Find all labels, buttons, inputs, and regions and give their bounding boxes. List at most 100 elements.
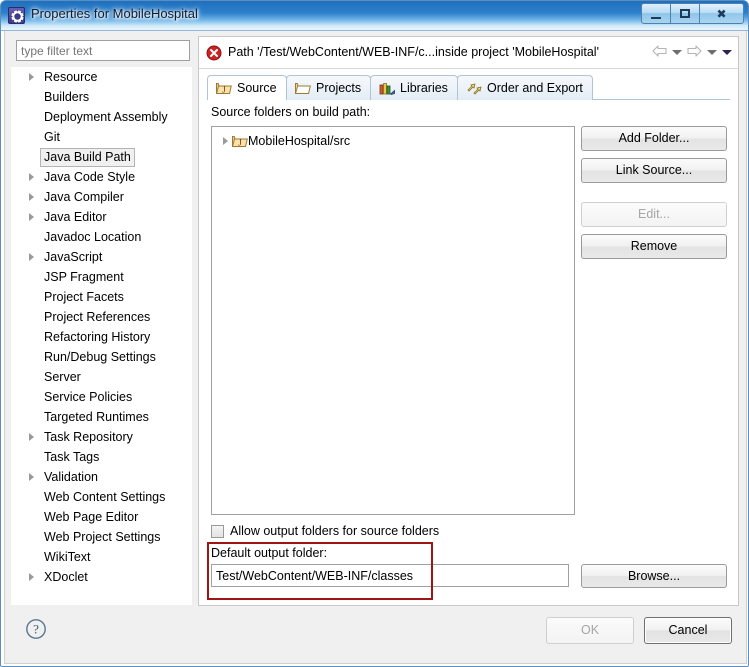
title-bar: Properties for MobileHospital ✖: [1, 1, 748, 31]
default-output-folder-input[interactable]: [211, 564, 569, 587]
help-icon[interactable]: ?: [25, 618, 47, 643]
order-export-icon: [466, 81, 482, 95]
tab-source[interactable]: J Source: [207, 75, 287, 101]
expand-arrow-icon[interactable]: [29, 433, 34, 441]
dialog-body: Resource Builders Deployment Assembly Git Ja…: [4, 31, 747, 664]
sidebar-item-web-content-settings[interactable]: Web Content Settings: [11, 487, 192, 507]
settings-tree[interactable]: Resource Builders Deployment Assembly Git Ja…: [11, 67, 192, 605]
sidebar-item-label: XDoclet: [44, 570, 88, 584]
sidebar-item-label: Java Compiler: [44, 190, 124, 204]
sidebar-item-server[interactable]: Server: [11, 367, 192, 387]
sidebar-item-label: JavaScript: [44, 250, 103, 264]
sidebar-item-web-project-settings[interactable]: Web Project Settings: [11, 527, 192, 547]
java-build-path-pane: Path '/Test/WebContent/WEB-INF/c...insid…: [198, 36, 739, 606]
sidebar-item-javascript[interactable]: JavaScript: [11, 247, 192, 267]
sidebar-item-label: Task Tags: [44, 450, 100, 464]
sidebar-item-builders[interactable]: Builders: [11, 87, 192, 107]
sidebar-item-label: Web Page Editor: [44, 510, 139, 524]
sidebar-item-label: Deployment Assembly: [44, 110, 168, 124]
remove-button[interactable]: Remove: [581, 234, 727, 259]
sidebar-item-refactoring-history[interactable]: Refactoring History: [11, 327, 192, 347]
source-folders-list[interactable]: J MobileHospital/src: [211, 126, 575, 515]
sidebar-item-label: Run/Debug Settings: [44, 350, 156, 364]
sidebar-item-git[interactable]: Git: [11, 127, 192, 147]
sidebar-item-task-repository[interactable]: Task Repository: [11, 427, 192, 447]
arrow-right-icon[interactable]: [687, 45, 702, 60]
sidebar-item-label: Builders: [44, 90, 90, 104]
ok-button[interactable]: OK: [546, 617, 634, 644]
expand-arrow-icon[interactable]: [29, 193, 34, 201]
sidebar-item-java-code-style[interactable]: Java Code Style: [11, 167, 192, 187]
edit-button[interactable]: Edit...: [581, 202, 727, 227]
sidebar-item-targeted-runtimes[interactable]: Targeted Runtimes: [11, 407, 192, 427]
sidebar-item-label: Targeted Runtimes: [44, 410, 149, 424]
sidebar-item-project-facets[interactable]: Project Facets: [11, 287, 192, 307]
expand-arrow-icon[interactable]: [29, 73, 34, 81]
expand-arrow-icon[interactable]: [29, 253, 34, 261]
sidebar-item-jsp-fragment[interactable]: JSP Fragment: [11, 267, 192, 287]
back-history-chevron-down-icon[interactable]: [672, 50, 682, 55]
sidebar-item-xdoclet[interactable]: XDoclet: [11, 567, 192, 587]
link-source-button[interactable]: Link Source...: [581, 158, 727, 183]
close-icon: ✖: [716, 6, 727, 21]
allow-output-folders-row[interactable]: Allow output folders for source folders: [211, 524, 439, 538]
expand-arrow-icon[interactable]: [223, 137, 228, 145]
sidebar-item-label: Validation: [44, 470, 98, 484]
default-output-folder-label: Default output folder:: [211, 546, 328, 560]
footer-buttons: OK Cancel: [546, 617, 732, 644]
message-area: Path '/Test/WebContent/WEB-INF/c...insid…: [199, 37, 738, 69]
cancel-button[interactable]: Cancel: [644, 617, 732, 644]
sidebar-item-resource[interactable]: Resource: [11, 67, 192, 87]
sidebar-item-javadoc-location[interactable]: Javadoc Location: [11, 227, 192, 247]
error-message: Path '/Test/WebContent/WEB-INF/c...insid…: [228, 45, 599, 59]
libraries-icon: [379, 81, 395, 95]
add-folder-button[interactable]: Add Folder...: [581, 126, 727, 151]
tab-libraries[interactable]: Libraries: [370, 75, 458, 100]
view-menu-chevron-down-icon[interactable]: [722, 50, 732, 55]
sidebar-item-wikitext[interactable]: WikiText: [11, 547, 192, 567]
sidebar-item-project-references[interactable]: Project References: [11, 307, 192, 327]
browse-button[interactable]: Browse...: [581, 564, 727, 588]
sidebar-item-label: Java Build Path: [40, 148, 135, 167]
source-folder-icon: J: [232, 134, 248, 154]
source-tab-content: Source folders on build path: J MobileHos…: [199, 100, 738, 605]
build-path-tabs: J Source Projects Libraries Order and Export: [207, 75, 730, 101]
sidebar-item-service-policies[interactable]: Service Policies: [11, 387, 192, 407]
allow-output-folders-checkbox[interactable]: [211, 524, 224, 538]
arrow-left-icon[interactable]: [652, 45, 667, 60]
tab-projects[interactable]: Projects: [286, 75, 372, 100]
sidebar-item-web-page-editor[interactable]: Web Page Editor: [11, 507, 192, 527]
sidebar-item-java-editor[interactable]: Java Editor: [11, 207, 192, 227]
minimize-button[interactable]: [641, 3, 671, 24]
sidebar-item-run-debug-settings[interactable]: Run/Debug Settings: [11, 347, 192, 367]
sidebar-item-validation[interactable]: Validation: [11, 467, 192, 487]
error-icon: [206, 45, 222, 64]
properties-dialog-window: Properties for MobileHospital ✖ Resource…: [0, 0, 749, 667]
tab-order-and-export[interactable]: Order and Export: [457, 75, 593, 100]
sidebar-item-label: Project References: [44, 310, 151, 324]
sidebar-item-task-tags[interactable]: Task Tags: [11, 447, 192, 467]
tab-label: Libraries: [400, 81, 448, 95]
sidebar-item-java-build-path[interactable]: Java Build Path: [11, 147, 192, 167]
source-folder-label: MobileHospital/src: [248, 134, 351, 148]
source-folder-row[interactable]: J MobileHospital/src: [212, 131, 574, 151]
sidebar-item-deployment-assembly[interactable]: Deployment Assembly: [11, 107, 192, 127]
tab-label: Projects: [316, 81, 362, 95]
sidebar-item-label: WikiText: [44, 550, 91, 564]
tab-label: Source: [237, 81, 277, 95]
expand-arrow-icon[interactable]: [29, 213, 34, 221]
maximize-button[interactable]: [670, 3, 700, 24]
tab-label: Order and Export: [487, 81, 583, 95]
close-button[interactable]: ✖: [699, 3, 744, 24]
forward-history-chevron-down-icon[interactable]: [707, 50, 717, 55]
expand-arrow-icon[interactable]: [29, 573, 34, 581]
filter-input[interactable]: [16, 40, 190, 61]
sidebar-item-label: Web Project Settings: [44, 530, 161, 544]
sidebar-item-java-compiler[interactable]: Java Compiler: [11, 187, 192, 207]
settings-navigation-pane: Resource Builders Deployment Assembly Git Ja…: [11, 36, 192, 606]
sidebar-item-label: Java Code Style: [44, 170, 136, 184]
expand-arrow-icon[interactable]: [29, 473, 34, 481]
sidebar-item-label: Server: [44, 370, 81, 384]
window-controls: ✖: [641, 3, 744, 24]
expand-arrow-icon[interactable]: [29, 173, 34, 181]
